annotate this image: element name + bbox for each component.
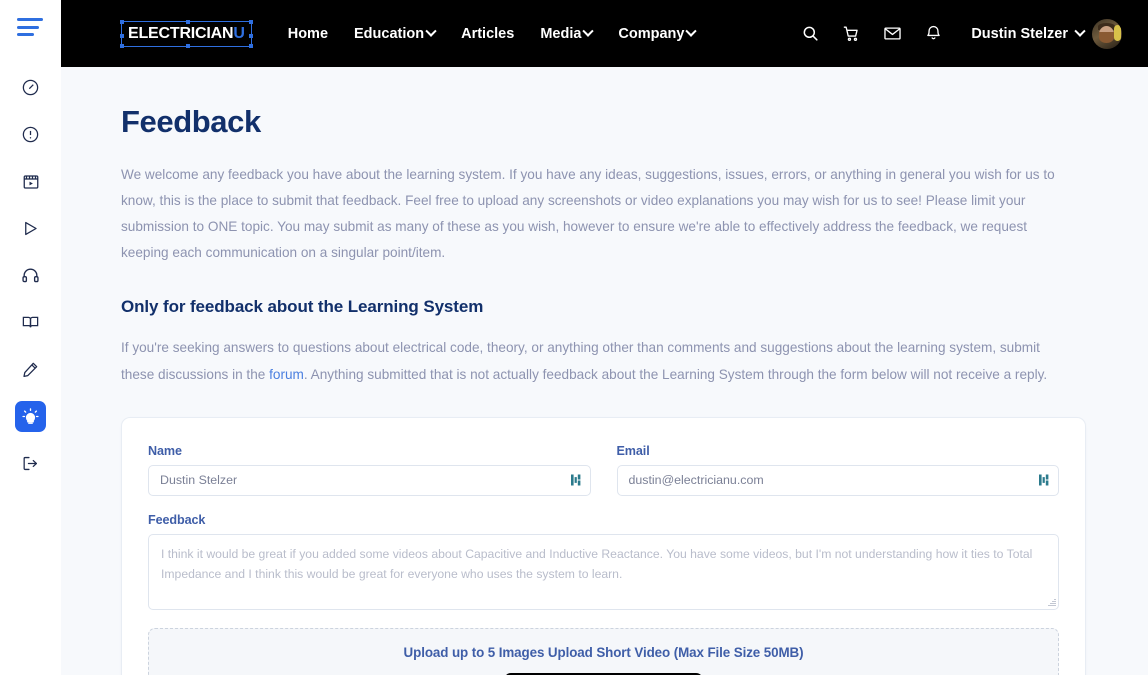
selection-handle bbox=[248, 33, 253, 38]
nav-link-education[interactable]: Education bbox=[354, 25, 437, 42]
play-icon bbox=[21, 219, 40, 238]
user-menu[interactable]: Dustin Stelzer bbox=[971, 18, 1122, 49]
cart-icon[interactable] bbox=[842, 24, 861, 43]
chevron-down-icon bbox=[582, 25, 595, 37]
selection-handle bbox=[248, 19, 253, 24]
sidebar-item-feedback[interactable] bbox=[15, 401, 46, 432]
logout-icon bbox=[21, 454, 40, 473]
name-label: Name bbox=[148, 443, 182, 458]
hamburger-line bbox=[16, 18, 43, 21]
sidebar-item-logout[interactable] bbox=[15, 448, 46, 479]
email-input[interactable]: dustin@electricianu.com bbox=[616, 464, 1059, 496]
forum-link[interactable]: forum bbox=[269, 367, 304, 382]
feedback-field-group: Feedback I think it would be great if yo… bbox=[148, 513, 1059, 610]
feedback-textarea[interactable]: I think it would be great if you added s… bbox=[148, 533, 1059, 610]
name-input-value: Dustin Stelzer bbox=[160, 473, 238, 488]
note-text-after: . Anything submitted that is not actuall… bbox=[303, 366, 1048, 382]
chevron-down-icon bbox=[685, 25, 698, 37]
nav-link-label: Company bbox=[618, 25, 685, 42]
gauge-icon bbox=[21, 78, 40, 97]
mail-icon[interactable] bbox=[883, 24, 902, 43]
selection-handle bbox=[248, 43, 253, 48]
nav-right-group: Dustin Stelzer bbox=[801, 18, 1122, 49]
nav-link-home[interactable]: Home bbox=[288, 26, 328, 42]
app-root: ELECTRICIAN U Home Education Articles Med… bbox=[0, 0, 1148, 675]
note-paragraph: If you're seeking answers to questions a… bbox=[121, 335, 1067, 387]
info-circle-icon bbox=[21, 125, 40, 144]
lastpass-icon[interactable] bbox=[1039, 474, 1049, 487]
name-input[interactable]: Dustin Stelzer bbox=[148, 464, 591, 496]
user-name-label: Dustin Stelzer bbox=[971, 25, 1068, 42]
form-row-name-email: Name Dustin Stelzer Email dustin@electri… bbox=[148, 444, 1059, 496]
upload-title: Upload up to 5 Images Upload Short Video… bbox=[403, 644, 804, 660]
feedback-label: Feedback bbox=[148, 512, 206, 527]
resize-handle-icon[interactable] bbox=[1047, 598, 1056, 607]
selection-handle bbox=[120, 19, 124, 24]
logo-accent: U bbox=[233, 24, 245, 42]
book-icon bbox=[21, 313, 40, 332]
selection-handle bbox=[120, 33, 124, 38]
page-content: Feedback We welcome any feedback you hav… bbox=[61, 67, 1148, 675]
page-title: Feedback bbox=[121, 104, 261, 139]
resize-line bbox=[1052, 600, 1056, 602]
sidebar-item-play[interactable] bbox=[15, 213, 46, 244]
lightbulb-icon bbox=[21, 407, 40, 426]
resize-line bbox=[1054, 598, 1056, 600]
sidebar-item-dashboard[interactable] bbox=[15, 72, 46, 103]
intro-paragraph: We welcome any feedback you have about t… bbox=[121, 167, 1055, 261]
resize-line bbox=[1050, 602, 1056, 604]
sidebar-item-alerts[interactable] bbox=[15, 119, 46, 150]
feedback-form-card: Name Dustin Stelzer Email dustin@electri… bbox=[121, 416, 1086, 675]
sidebar-item-podcast[interactable] bbox=[15, 260, 46, 291]
top-navigation-bar: ELECTRICIAN U Home Education Articles Med… bbox=[61, 0, 1148, 67]
bell-icon[interactable] bbox=[924, 24, 943, 43]
pencil-icon bbox=[21, 360, 40, 379]
nav-link-company[interactable]: Company bbox=[618, 25, 698, 42]
logo-text: ELECTRICIAN bbox=[128, 24, 234, 42]
hamburger-line bbox=[16, 33, 34, 36]
search-icon[interactable] bbox=[801, 24, 820, 43]
selection-handle bbox=[120, 43, 124, 48]
nav-link-label: Articles bbox=[461, 25, 515, 42]
hamburger-line bbox=[16, 25, 39, 29]
nav-link-label: Media bbox=[540, 25, 582, 42]
left-sidebar bbox=[0, 0, 61, 675]
page-body: Feedback We welcome any feedback you hav… bbox=[61, 67, 1148, 675]
email-input-value: dustin@electricianu.com bbox=[628, 473, 764, 488]
email-label: Email bbox=[616, 443, 650, 458]
selection-handle bbox=[186, 19, 191, 24]
resize-line bbox=[1048, 604, 1056, 606]
sidebar-items bbox=[15, 72, 46, 479]
site-logo[interactable]: ELECTRICIAN U bbox=[120, 19, 253, 48]
sidebar-item-notes[interactable] bbox=[15, 354, 46, 385]
selection-handle bbox=[186, 43, 191, 48]
film-icon bbox=[22, 173, 40, 191]
nav-link-label: Home bbox=[287, 25, 329, 42]
feedback-textarea-value: I think it would be great if you added s… bbox=[161, 546, 1033, 581]
nav-link-media[interactable]: Media bbox=[540, 25, 595, 42]
chevron-down-icon bbox=[1074, 25, 1086, 37]
sidebar-item-library[interactable] bbox=[15, 307, 46, 338]
avatar-headphone bbox=[1114, 24, 1121, 41]
sidebar-item-videos[interactable] bbox=[15, 166, 46, 197]
avatar[interactable] bbox=[1092, 18, 1122, 49]
nav-link-label: Education bbox=[354, 25, 425, 42]
upload-dropzone[interactable]: Upload up to 5 Images Upload Short Video… bbox=[148, 627, 1059, 675]
name-field-group: Name Dustin Stelzer bbox=[148, 444, 591, 496]
chevron-down-icon bbox=[425, 25, 437, 37]
lastpass-icon[interactable] bbox=[570, 474, 581, 487]
nav-links: Home Education Articles Media Company bbox=[288, 25, 698, 42]
nav-link-articles[interactable]: Articles bbox=[461, 26, 514, 42]
headphones-icon bbox=[21, 266, 40, 285]
email-field-group: Email dustin@electricianu.com bbox=[616, 443, 1059, 496]
hamburger-menu-icon[interactable] bbox=[16, 18, 45, 36]
section-subtitle: Only for feedback about the Learning Sys… bbox=[121, 297, 484, 317]
avatar-beard bbox=[1099, 31, 1114, 43]
